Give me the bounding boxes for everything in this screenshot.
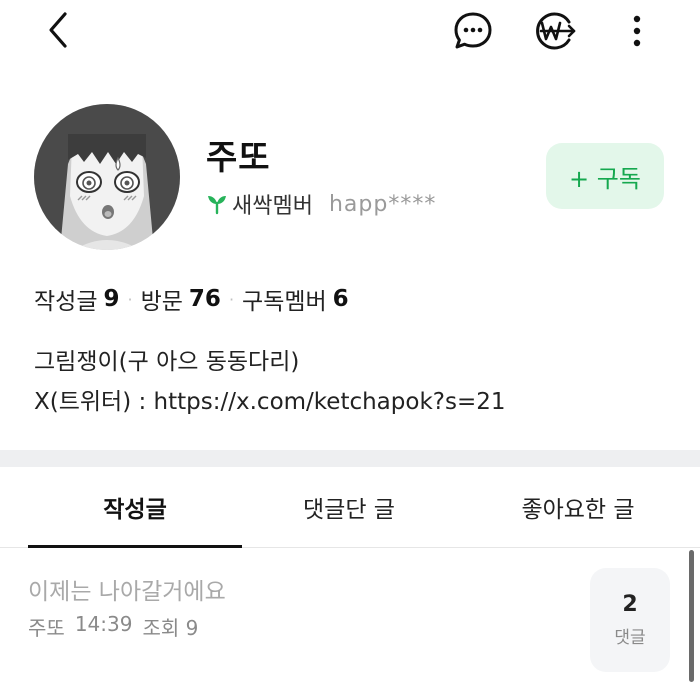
member-grade: 새싹멤버 bbox=[232, 194, 313, 219]
chat-bubble-icon bbox=[454, 12, 492, 49]
section-divider bbox=[0, 450, 700, 467]
visits-stat-label: 방문 bbox=[140, 289, 183, 315]
separator-dot: · bbox=[228, 289, 235, 309]
comment-label: 댓글 bbox=[614, 628, 646, 648]
list-item[interactable]: 이제는 나아갈거에요 주또 14:39 조회 9 2 댓글 bbox=[0, 548, 700, 682]
subscribers-stat-value: 6 bbox=[332, 286, 349, 312]
intro-link-line[interactable]: X(트위터) : https://x.com/ketchapok?s=21 bbox=[34, 382, 674, 422]
tab-commented[interactable]: 댓글단 글 bbox=[242, 467, 456, 547]
posts-stat-value: 9 bbox=[103, 286, 120, 312]
won-arrow-icon bbox=[536, 12, 576, 50]
post-time: 14:39 bbox=[74, 612, 133, 636]
more-menu-button[interactable] bbox=[616, 8, 658, 54]
post-views: 조회 9 bbox=[142, 616, 199, 640]
profile-page: 주또 새싹멤버 happ**** + 구독 작성글 9 · 방문 76 · 구독… bbox=[0, 0, 700, 682]
content-tabs: 작성글 댓글단 글 좋아요한 글 bbox=[0, 467, 700, 548]
subscribe-button[interactable]: + 구독 bbox=[546, 143, 664, 209]
scrollbar[interactable] bbox=[689, 550, 694, 682]
comment-count-button[interactable]: 2 댓글 bbox=[590, 568, 670, 672]
posts-stat-label: 작성글 bbox=[34, 289, 98, 315]
separator-dot: · bbox=[127, 289, 133, 309]
subscribers-stat-label: 구독멤버 bbox=[242, 289, 327, 315]
post-author: 주또 bbox=[28, 616, 65, 640]
tab-liked[interactable]: 좋아요한 글 bbox=[456, 467, 700, 547]
top-bar bbox=[0, 0, 700, 62]
back-button[interactable] bbox=[36, 8, 80, 52]
user-id: happ**** bbox=[328, 191, 437, 217]
sprout-icon bbox=[208, 196, 226, 215]
avatar[interactable] bbox=[34, 104, 180, 250]
profile-nickname: 주또 bbox=[206, 138, 271, 178]
chevron-left-icon bbox=[49, 12, 67, 48]
profile-intro: 그림쟁이(구 아으 동동다리) X(트위터) : https://x.com/k… bbox=[34, 342, 674, 422]
chat-button[interactable] bbox=[450, 8, 496, 54]
profile-stats: 작성글 9 · 방문 76 · 구독멤버 6 bbox=[34, 282, 349, 316]
more-vertical-icon bbox=[633, 15, 641, 47]
share-pay-button[interactable] bbox=[532, 8, 578, 54]
comment-count: 2 bbox=[622, 592, 638, 617]
post-title: 이제는 나아갈거에요 bbox=[28, 579, 226, 605]
post-meta: 주또 14:39 조회 9 bbox=[28, 612, 198, 641]
visits-stat-value: 76 bbox=[188, 286, 221, 312]
member-info-row: 새싹멤버 happ**** bbox=[206, 188, 436, 220]
tab-posts[interactable]: 작성글 bbox=[28, 467, 242, 547]
intro-line: 그림쟁이(구 아으 동동다리) bbox=[34, 349, 300, 375]
avatar-illustration bbox=[34, 104, 180, 250]
